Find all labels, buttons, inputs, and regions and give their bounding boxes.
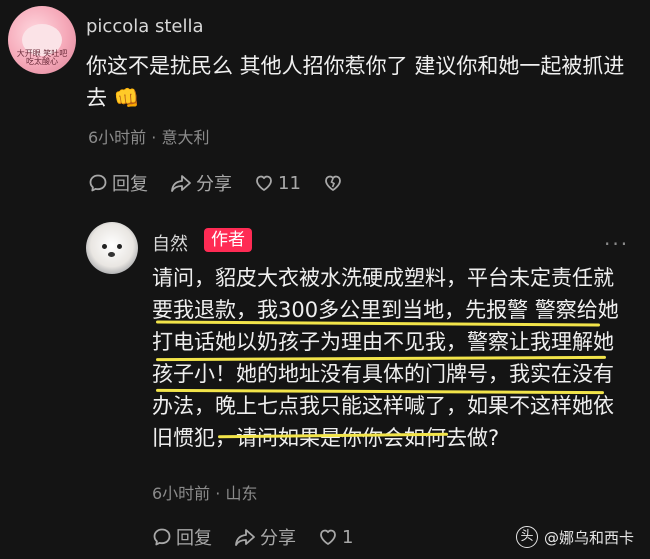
- author-badge: 作者: [204, 228, 252, 252]
- reply-text-line: 打电话她以奶孩子为理由不见我，警察让我理解她: [152, 330, 614, 354]
- like-count: 1: [342, 526, 354, 548]
- like-button[interactable]: 1: [318, 524, 353, 550]
- share-button[interactable]: 分享: [234, 524, 296, 550]
- avatar[interactable]: 大开眼 笑吐吧 吃太酸心: [8, 6, 76, 74]
- author-avatar[interactable]: [86, 222, 138, 274]
- share-button[interactable]: 分享: [170, 170, 232, 196]
- fist-emoji: 👊: [113, 86, 140, 110]
- more-options-icon[interactable]: ···: [604, 232, 629, 256]
- comment-text-line-2: 去 👊: [86, 82, 646, 114]
- watermark-logo-icon: 头: [516, 526, 538, 548]
- comment-text: 你这不是扰民么 其他人招你惹你了 建议你和她一起被抓进 去 👊: [86, 50, 646, 114]
- avatar-nose: [108, 252, 115, 257]
- reply-label: 回复: [112, 174, 148, 195]
- avatar-eye: [117, 244, 122, 249]
- reply-button[interactable]: 回复: [88, 170, 148, 196]
- comment-username[interactable]: piccola stella: [86, 16, 204, 37]
- broken-heart-icon: [325, 175, 341, 191]
- share-icon: [235, 529, 255, 546]
- share-icon: [171, 175, 191, 192]
- like-count: 11: [278, 172, 301, 194]
- comment-text-line: 你这不是扰民么 其他人招你惹你了 建议你和她一起被抓进: [86, 54, 625, 78]
- avatar-caption: 大开眼 笑吐吧 吃太酸心: [16, 49, 68, 66]
- reply-label: 回复: [176, 528, 212, 549]
- reply-text-line: 孩子小！她的地址没有具体的门牌号，我实在没有: [152, 362, 614, 386]
- avatar-eye: [102, 244, 107, 249]
- watermark-text: @娜乌和西卡: [544, 528, 635, 547]
- reply-button[interactable]: 回复: [152, 524, 212, 550]
- heart-icon: [320, 529, 336, 545]
- reply-text-line: 办法，晚上七点我只能这样喊了，如果不这样她依: [152, 394, 614, 418]
- comment-actions: 回复 分享 11: [88, 170, 343, 196]
- share-label: 分享: [260, 528, 296, 549]
- comment-text-tail: 去: [86, 86, 107, 110]
- comment-icon: [89, 174, 107, 192]
- dislike-button[interactable]: [323, 170, 343, 196]
- like-button[interactable]: 11: [254, 170, 301, 196]
- watermark: 头 @娜乌和西卡: [516, 526, 634, 548]
- heart-icon: [256, 175, 272, 191]
- reply-meta: 6小时前 · 山东: [152, 484, 258, 503]
- comment-meta: 6小时前 · 意大利: [88, 128, 210, 147]
- share-label: 分享: [196, 174, 232, 195]
- reply-username[interactable]: 自然: [152, 230, 188, 256]
- reply-text-line: 请问，貂皮大衣被水洗硬成塑料，平台未定责任就: [152, 266, 614, 290]
- reply-actions: 回复 分享 1: [152, 524, 353, 550]
- comment-icon: [153, 528, 171, 546]
